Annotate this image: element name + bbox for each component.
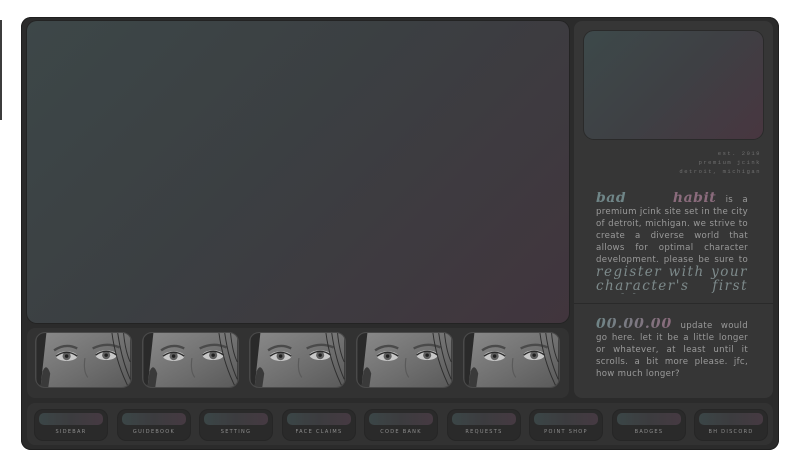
brand-word: habit — [672, 192, 717, 206]
sidebar-panel: est. 2019 premium jcink detroit, michiga… — [574, 21, 773, 398]
portrait-eyes-icon — [357, 333, 452, 387]
intro-text: is a premium jcink site set in the city … — [596, 195, 748, 265]
nav-pill — [204, 413, 268, 425]
nav-label: REQUESTS — [465, 429, 503, 435]
thumbnail-3[interactable] — [249, 332, 346, 388]
nav-label: SETTING — [220, 429, 252, 435]
nav-label: BH DISCORD — [708, 429, 754, 435]
nav-label: CODE BANK — [380, 429, 422, 435]
nav-pill — [452, 413, 516, 425]
update-box[interactable]: 00.00.00 update would go here. let it be… — [596, 318, 748, 378]
site-intro[interactable]: bad habit is a premium jcink site set in… — [596, 192, 748, 294]
divider — [574, 303, 773, 304]
nav-pill — [287, 413, 351, 425]
nav-label: BADGES — [634, 429, 664, 435]
nav-guidebook[interactable]: GUIDEBOOK — [118, 410, 190, 440]
window-edge — [0, 20, 2, 120]
portrait-eyes-icon — [36, 333, 131, 387]
thumbnail-strip — [27, 328, 569, 398]
nav-pill — [39, 413, 103, 425]
nav-code-bank[interactable]: CODE BANK — [365, 410, 437, 440]
register-link[interactable]: register with your character's first and… — [596, 264, 748, 294]
portrait-eyes-icon — [250, 333, 345, 387]
nav-label: POINT SHOP — [544, 429, 588, 435]
nav-point-shop[interactable]: POINT SHOP — [530, 410, 602, 440]
update-date: 00.00.00 — [596, 318, 673, 332]
brand-word: bad — [596, 192, 627, 206]
nav-pill — [122, 413, 186, 425]
site-layout: est. 2019 premium jcink detroit, michiga… — [21, 17, 779, 450]
nav-pill — [699, 413, 763, 425]
site-brand: bad habit — [596, 192, 716, 206]
nav-requests[interactable]: REQUESTS — [448, 410, 520, 440]
nav-bh-discord[interactable]: BH DISCORD — [695, 410, 767, 440]
thumbnail-5[interactable] — [463, 332, 560, 388]
sidebar-image — [584, 31, 763, 139]
nav-setting[interactable]: SETTING — [200, 410, 272, 440]
nav-label: GUIDEBOOK — [132, 429, 176, 435]
nav-label: SIDEBAR — [55, 429, 87, 435]
thumbnail-1[interactable] — [35, 332, 132, 388]
portrait-eyes-icon — [464, 333, 559, 387]
nav-sidebar[interactable]: SIDEBAR — [35, 410, 107, 440]
portrait-eyes-icon — [143, 333, 238, 387]
thumbnail-4[interactable] — [356, 332, 453, 388]
meta-line: detroit, michigan — [679, 168, 761, 175]
nav-face-claims[interactable]: FACE CLAIMS — [283, 410, 355, 440]
meta-line: premium jcink — [698, 159, 761, 166]
hero-image — [27, 21, 569, 323]
meta-line: est. 2019 — [717, 150, 761, 157]
thumbnail-2[interactable] — [142, 332, 239, 388]
nav-bar: SIDEBAR GUIDEBOOK SETTING FACE CLAIMS CO… — [27, 403, 773, 445]
nav-pill — [534, 413, 598, 425]
nav-badges[interactable]: BADGES — [613, 410, 685, 440]
site-meta: est. 2019 premium jcink detroit, michiga… — [679, 149, 761, 176]
nav-pill — [617, 413, 681, 425]
nav-pill — [369, 413, 433, 425]
nav-label: FACE CLAIMS — [295, 429, 343, 435]
